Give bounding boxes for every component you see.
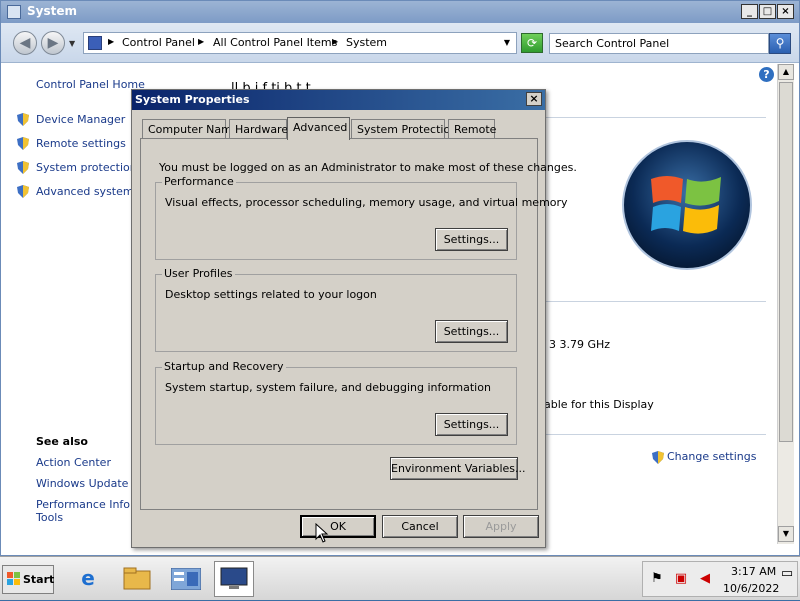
startup-recovery-label: Startup and Recovery [162,360,286,373]
pen-touch-text: able for this Display [544,398,654,411]
system-tray: ⚑ ▣ ◀ 3:17 AM 10/6/2022 ▭ [642,561,798,597]
processor-speed: 3 3.79 GHz [549,338,611,351]
action-center-link[interactable]: Action Center [36,456,111,469]
system-properties-app-icon[interactable] [214,561,254,597]
environment-variables-button[interactable]: Environment Variables... [390,457,526,480]
device-manager-link[interactable]: Device Manager [36,113,125,126]
startup-recovery-group: Startup and Recovery System startup, sys… [155,360,517,445]
performance-info-link[interactable]: Performance Inform [36,498,145,511]
control-panel-home-link[interactable]: Control Panel Home [36,78,145,91]
window-title: System [27,4,77,18]
maximize-button[interactable]: □ [759,4,776,19]
user-profiles-description: Desktop settings related to your logon [165,288,377,301]
startup-recovery-description: System startup, system failure, and debu… [165,381,491,394]
apply-button[interactable]: Apply [463,515,539,538]
shield-icon [17,113,29,126]
control-panel-app-icon[interactable] [166,561,206,597]
breadcrumb-separator[interactable]: ▶ [108,37,114,46]
breadcrumb-control-panel[interactable]: Control Panel [122,36,195,49]
left-pane: Control Panel Home Device Manager Remote… [1,64,150,554]
clock-date[interactable]: 10/6/2022 [723,582,779,595]
start-button[interactable]: Start [2,565,54,594]
tab-computer-name[interactable]: Computer Name [142,119,239,139]
breadcrumb-separator[interactable]: ▶ [198,37,204,46]
breadcrumb-separator[interactable]: ▶ [332,37,338,46]
window-titlebar[interactable]: System _ □ × [1,1,799,23]
tab-remote[interactable]: Remote [448,119,496,139]
system-protection-link[interactable]: System protection [36,161,137,174]
show-desktop-icon[interactable]: ▭ [779,566,795,582]
vertical-scrollbar[interactable]: ▲ ▼ [777,64,794,544]
refresh-icon[interactable]: ⟳ [521,33,543,53]
ok-button[interactable]: OK [300,515,376,538]
action-center-flag-icon[interactable]: ⚑ [649,571,665,587]
explorer-icon[interactable] [117,561,157,597]
build-number: Build 7601 [745,544,799,555]
remote-settings-link[interactable]: Remote settings [36,137,126,150]
performance-description: Visual effects, processor scheduling, me… [165,196,568,209]
divider [546,301,766,302]
windows-logo-icon [622,140,752,270]
performance-group: Performance Visual effects, processor sc… [155,175,568,260]
advanced-tab-panel: You must be logged on as an Administrato… [140,138,577,510]
windows-flag-icon [7,572,20,585]
divider [546,117,766,118]
dialog-title: System Properties [135,93,250,106]
internet-explorer-icon[interactable]: e [68,561,108,597]
recent-pages-dropdown[interactable]: ▼ [69,39,75,48]
clock-time[interactable]: 3:17 AM [731,565,776,578]
network-error-icon[interactable]: ▣ [673,571,689,587]
dialog-titlebar[interactable]: System Properties × [132,90,545,110]
breadcrumb-all-items[interactable]: All Control Panel Items [213,36,337,49]
tab-system-protection[interactable]: System Protection [351,119,457,139]
taskbar: Start e ⚑ ▣ ◀ 3:17 AM 10/6/2022 ▭ [0,556,800,600]
control-panel-icon [88,36,102,50]
address-dropdown[interactable]: ▼ [504,38,510,47]
tab-hardware[interactable]: Hardware [229,119,288,139]
search-icon[interactable]: ⚲ [769,33,791,54]
shield-icon [17,137,29,150]
address-bar[interactable]: ▶ Control Panel ▶ All Control Panel Item… [83,32,517,54]
see-also-heading: See also [36,435,88,448]
shield-icon [17,185,29,198]
shield-icon [652,451,664,464]
performance-label: Performance [162,175,236,188]
performance-settings-button[interactable]: Settings... [435,228,508,251]
change-settings-link[interactable]: Change settings [667,450,756,463]
volume-muted-icon[interactable]: ◀ [697,571,713,587]
divider [546,434,766,435]
start-label: Start [23,573,55,586]
startup-recovery-settings-button[interactable]: Settings... [435,413,508,436]
system-icon [7,5,21,19]
user-profiles-settings-button[interactable]: Settings... [435,320,508,343]
user-profiles-label: User Profiles [162,267,235,280]
shield-icon [17,161,29,174]
forward-button[interactable]: ▶ [41,31,65,55]
help-icon[interactable]: ? [759,67,774,82]
system-properties-dialog: System Properties × Computer Name Hardwa… [131,89,577,548]
mouse-cursor-icon [315,523,329,543]
breadcrumb-system[interactable]: System [346,36,387,49]
admin-note: You must be logged on as an Administrato… [159,161,577,174]
scroll-down-button[interactable]: ▼ [778,526,794,542]
search-input[interactable]: Search Control Panel [549,33,769,54]
tab-advanced[interactable]: Advanced [287,117,350,140]
cancel-button[interactable]: Cancel [382,515,458,538]
dialog-close-button[interactable]: × [526,92,542,106]
navigation-bar: ◀ ▶ ▼ ▶ Control Panel ▶ All Control Pane… [1,23,799,63]
windows-update-link[interactable]: Windows Update [36,477,128,490]
scroll-thumb[interactable] [779,82,793,442]
scroll-up-button[interactable]: ▲ [778,64,794,80]
user-profiles-group: User Profiles Desktop settings related t… [155,267,517,352]
back-button[interactable]: ◀ [13,31,37,55]
close-button[interactable]: × [777,4,794,19]
performance-info-link-line2[interactable]: Tools [36,511,63,524]
minimize-button[interactable]: _ [741,4,758,19]
